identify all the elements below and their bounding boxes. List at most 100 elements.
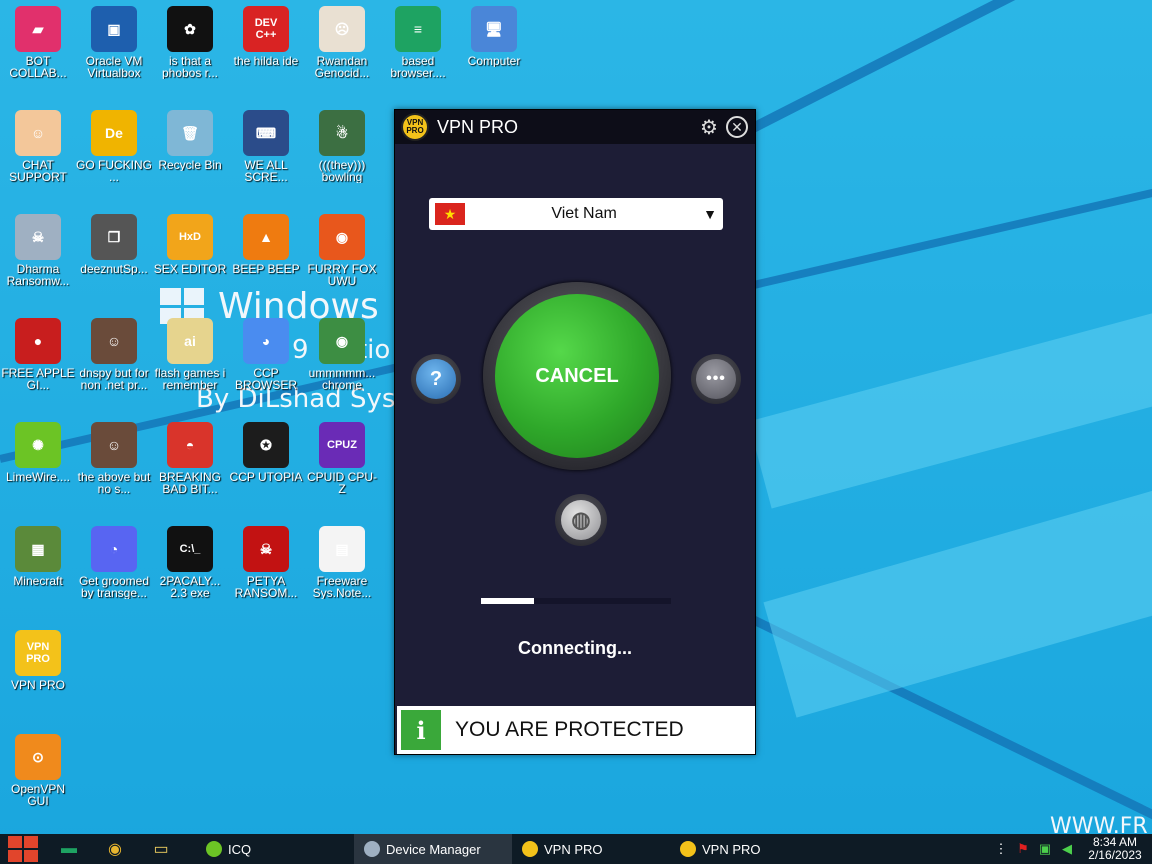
action-center-flag-icon[interactable]: ⚑ [1012, 834, 1034, 864]
desktop-icon-image: 🗑 [167, 110, 213, 156]
desktop-icon[interactable]: ◉ ummmmm... chrome [304, 318, 380, 391]
desktop-icon[interactable]: ▤ Freeware Sys.Note... [304, 526, 380, 599]
taskbar-task[interactable]: VPN PRO [670, 834, 828, 864]
desktop-icon[interactable]: ▲ BEEP BEEP [228, 214, 304, 275]
progress-fill [481, 598, 535, 604]
taskbar-task[interactable]: ICQ [196, 834, 354, 864]
desktop-icon-label: CHAT SUPPORT [9, 159, 67, 183]
dropdown-arrow-icon: ▼ [703, 206, 717, 222]
taskbar-pin-based-browser[interactable]: ▬ [46, 834, 92, 864]
desktop-icon-image: ⊙ [15, 734, 61, 780]
desktop-icon-image: ◉ [319, 318, 365, 364]
desktop-icon[interactable]: ▰ BOT COLLAB... [0, 6, 76, 79]
taskbar-pin-chrome[interactable]: ◉ [92, 834, 138, 864]
taskbar-task-label: VPN PRO [544, 841, 603, 857]
connect-button-ring: CANCEL [483, 282, 671, 470]
desktop-icon[interactable]: ☹ Rwandan Genocid... [304, 6, 380, 79]
desktop-icon-label: Freeware Sys.Note... [312, 575, 372, 599]
desktop-icon-label: BEEP BEEP [232, 263, 300, 275]
desktop-icon-label: Minecraft [13, 575, 63, 587]
desktop-icon[interactable]: DEV C++ the hilda ide [228, 6, 304, 67]
volume-icon[interactable]: ◀ [1056, 834, 1078, 864]
desktop-icon[interactable]: VPN PRO VPN PRO [0, 630, 76, 691]
taskbar-task-list: ICQ Device Manager VPN PRO VPN PRO [196, 834, 828, 864]
desktop-icon[interactable]: ☠ PETYA RANSOM... [228, 526, 304, 599]
desktop-icon-image: ☺ [15, 110, 61, 156]
desktop-icon[interactable]: ⌨ WE ALL SCRE... [228, 110, 304, 183]
desktop-icon[interactable]: ☺ CHAT SUPPORT [0, 110, 76, 183]
vpn-pro-icon [680, 841, 696, 857]
desktop-icon[interactable]: ≡ based browser.... [380, 6, 456, 79]
desktop-icon[interactable]: ▣ Oracle VM Virtualbox [76, 6, 152, 79]
desktop-icon[interactable]: HxD SEX EDITOR [152, 214, 228, 275]
desktop-icon-label: dnspy but for non .net pr... [79, 367, 149, 391]
desktop-icon-image: ▤ [319, 526, 365, 572]
desktop-icon[interactable]: ● FREE APPLE GI... [0, 318, 76, 391]
vietnam-flag-icon: ★ [435, 203, 465, 225]
taskbar-pin-explorer[interactable]: ▭ [138, 834, 184, 864]
desktop-icon[interactable]: ✿ is that a phobos r... [152, 6, 228, 79]
taskbar-task-label: ICQ [228, 841, 252, 857]
taskbar-task[interactable]: VPN PRO [512, 834, 670, 864]
country-dropdown[interactable]: ★ Viet Nam ▼ [429, 198, 723, 230]
wallpaper-light [763, 486, 1152, 718]
start-button[interactable] [0, 834, 46, 864]
desktop-icon-label: ummmmm... chrome [308, 367, 376, 391]
taskbar-clock[interactable]: 8:34 AM 2/16/2023 [1078, 836, 1152, 862]
desktop-icon-label: Get groomed by transge... [78, 575, 150, 599]
system-tray: ⋮ ⚑ ▣ ◀ 8:34 AM 2/16/2023 [990, 834, 1152, 864]
desktop-icon-label: (((they))) bowling [318, 159, 366, 183]
cancel-connection-button[interactable]: CANCEL [495, 294, 659, 458]
desktop-icon[interactable]: ◔ Get groomed by transge... [76, 526, 152, 599]
server-location-button[interactable]: ◍ [555, 494, 607, 546]
desktop-icon[interactable]: CPUZ CPUID CPU-Z [304, 422, 380, 495]
vpn-titlebar[interactable]: VPN PRO VPN PRO ⚙ ✕ [395, 110, 755, 144]
desktop-icon-label: based browser.... [390, 55, 446, 79]
desktop-icon[interactable]: ☃ (((they))) bowling [304, 110, 380, 183]
desktop-icon-image: ▣ [91, 6, 137, 52]
desktop-icon-image: HxD [167, 214, 213, 260]
gear-icon[interactable]: ⚙ [697, 115, 721, 139]
desktop-icon-image: DEV C++ [243, 6, 289, 52]
overflow-menu-icon[interactable]: ⋮ [990, 834, 1012, 864]
more-options-button[interactable]: ••• [691, 354, 741, 404]
desktop-icon[interactable]: ✺ LimeWire.... [0, 422, 76, 483]
desktop-icon-label: CPUID CPU-Z [306, 471, 377, 495]
desktop-icon-image: ☃ [319, 110, 365, 156]
desktop-icon-label: FURRY FOX UWU [307, 263, 377, 287]
desktop-icon[interactable]: ✪ CCP UTOPIA [228, 422, 304, 483]
vpn-pro-window[interactable]: VPN PRO VPN PRO ⚙ ✕ ★ Viet Nam ▼ ? CANCE… [394, 109, 756, 755]
desktop-icon[interactable]: ☺ dnspy but for non .net pr... [76, 318, 152, 391]
desktop-icon[interactable]: ⊙ OpenVPN GUI [0, 734, 76, 807]
desktop-icon[interactable]: 🖥 Computer [456, 6, 532, 67]
taskbar-task[interactable]: Device Manager [354, 834, 512, 864]
desktop-icon-label: PETYA RANSOM... [234, 575, 298, 599]
desktop-icon[interactable]: ☺ the above but no s... [76, 422, 152, 495]
desktop-icon[interactable]: ❐ deeznutSp... [76, 214, 152, 275]
help-button[interactable]: ? [411, 354, 461, 404]
desktop-icon[interactable]: ☠ Dharma Ransomw... [0, 214, 76, 287]
taskbar-task-label: VPN PRO [702, 841, 761, 857]
network-icon[interactable]: ▣ [1034, 834, 1056, 864]
desktop-icon-image: ✺ [15, 422, 61, 468]
desktop-icon-image: ☺ [91, 422, 137, 468]
wallpaper-light [748, 292, 1152, 509]
protection-status-text: YOU ARE PROTECTED [455, 718, 684, 741]
desktop-icon-image: CPUZ [319, 422, 365, 468]
desktop-icon-image: ☺ [91, 318, 137, 364]
desktop-icon[interactable]: ai flash games i remember [152, 318, 228, 391]
folder-icon: ▭ [153, 841, 169, 858]
desktop-icon-image: ❐ [91, 214, 137, 260]
desktop-icon-image: ✪ [243, 422, 289, 468]
close-button[interactable]: ✕ [725, 115, 749, 139]
desktop-icon[interactable]: ◕ CCP BROWSER [228, 318, 304, 391]
windows-start-icon [8, 836, 38, 862]
desktop-icon[interactable]: 🗑 Recycle Bin [152, 110, 228, 171]
info-icon: i [401, 710, 441, 750]
desktop-icon[interactable]: ◉ FURRY FOX UWU [304, 214, 380, 287]
desktop-icon[interactable]: ▦ Minecraft [0, 526, 76, 587]
desktop-icon[interactable]: De GO FUCKING ... [76, 110, 152, 183]
device-manager-icon [364, 841, 380, 857]
desktop-icon[interactable]: ◓ BREAKING BAD BIT... [152, 422, 228, 495]
desktop-icon[interactable]: C:\_ 2PACALY... 2.3 exe [152, 526, 228, 599]
